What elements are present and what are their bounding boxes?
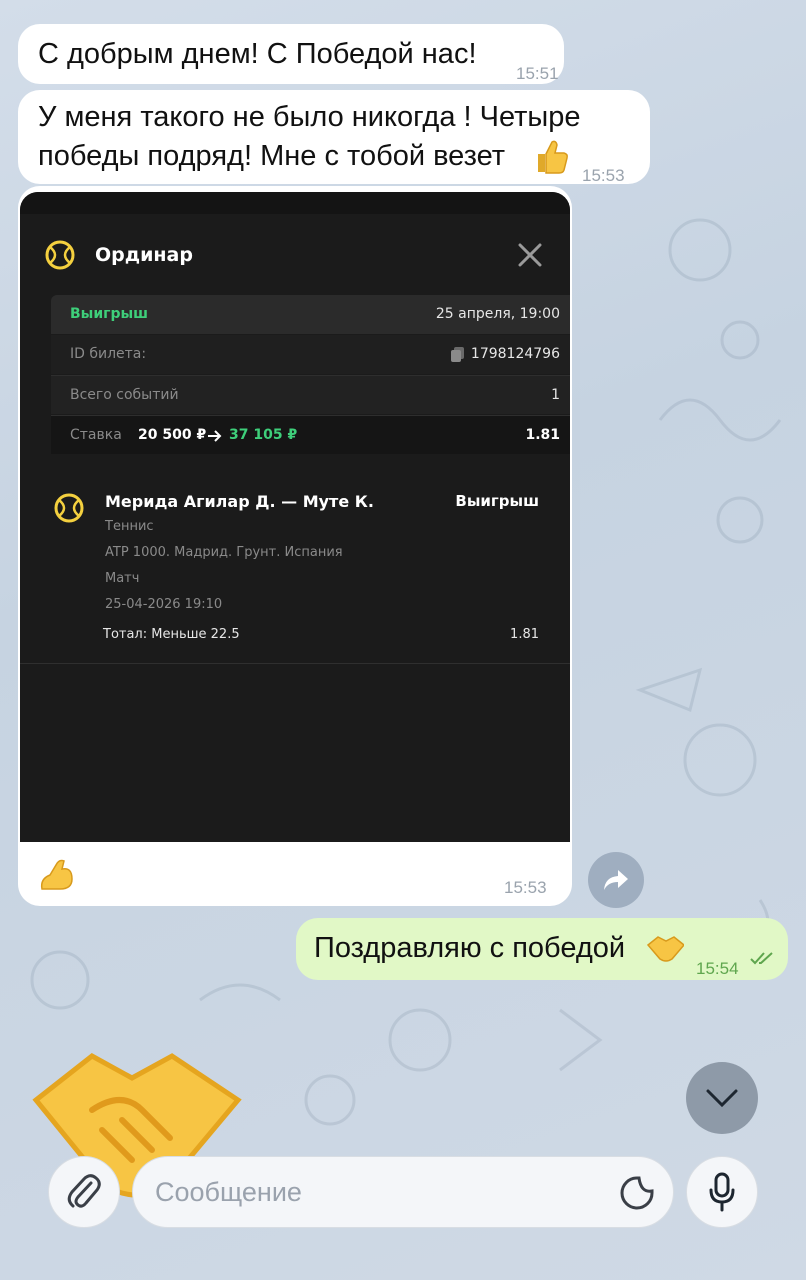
- message-text: С добрым днем! С Победой нас!: [38, 38, 477, 70]
- double-check-icon: [750, 952, 773, 965]
- outgoing-message[interactable]: Поздравляю с победой 15:54: [296, 918, 788, 980]
- ticket-id-row: ID билета: 1798124796: [51, 335, 570, 374]
- message-text-line1: У меня такого не было никогда ! Четыре: [38, 101, 581, 133]
- ticket-title: Ординар: [95, 244, 193, 266]
- event-market: Тотал: Меньше 22.5: [103, 627, 240, 642]
- arrow-right-icon: [208, 430, 222, 442]
- events-row: Всего событий 1: [51, 375, 570, 414]
- attach-button[interactable]: [48, 1156, 120, 1228]
- forward-button[interactable]: [588, 852, 644, 908]
- ticket-id-value: 1798124796: [470, 346, 560, 362]
- stake-value: 20 500 ₽: [138, 427, 207, 443]
- tennis-ball-icon: [45, 240, 75, 270]
- event-odds: 1.81: [510, 627, 539, 642]
- status-row: Выигрыш 25 апреля, 19:00: [51, 295, 570, 334]
- incoming-message[interactable]: У меня такого не было никогда ! Четыре п…: [18, 90, 650, 185]
- message-time: 15:54: [696, 959, 739, 978]
- voice-record-button[interactable]: [686, 1156, 758, 1228]
- event-tournament: ATP 1000. Мадрид. Грунт. Испания: [105, 545, 343, 560]
- thumbs-up-emoji: [538, 140, 568, 174]
- message-text-line2: победы подряд! Мне с тобой везет: [38, 140, 506, 172]
- message-input[interactable]: Сообщение: [132, 1156, 674, 1228]
- ticket-odds: 1.81: [525, 427, 560, 443]
- flexed-biceps-emoji: [40, 859, 73, 890]
- chevron-down-icon: [706, 1089, 738, 1108]
- close-icon[interactable]: [516, 241, 544, 269]
- events-value: 1: [551, 387, 560, 403]
- paperclip-icon: [67, 1174, 101, 1208]
- message-time: 15:53: [582, 166, 625, 185]
- bet-ticket-screenshot[interactable]: Ординар Выигрыш 25 апреля, 19:00 ID биле…: [20, 192, 570, 842]
- event-name: Мерида Агилар Д. — Муте К.: [105, 492, 374, 511]
- stake-row: Ставка 20 500 ₽ 37 105 ₽ 1.81: [51, 415, 570, 454]
- event-result: Выигрыш: [455, 492, 539, 510]
- incoming-message[interactable]: С добрым днем! С Победой нас! 15:51: [18, 24, 564, 84]
- event-block[interactable]: Мерида Агилар Д. — Муте К. Выигрыш Тенни…: [20, 462, 570, 664]
- message-text: Поздравляю с победой: [314, 932, 626, 964]
- event-sport: Теннис: [105, 519, 154, 534]
- message-input-placeholder: Сообщение: [155, 1177, 302, 1207]
- status-label: Выигрыш: [70, 306, 149, 322]
- microphone-icon: [709, 1172, 735, 1212]
- event-type: Матч: [105, 571, 140, 586]
- event-datetime: 25-04-2026 19:10: [105, 597, 223, 612]
- message-time: 15:51: [516, 64, 559, 83]
- scroll-down-button[interactable]: [686, 1062, 758, 1134]
- ticket-id-label: ID билета:: [70, 346, 147, 362]
- events-label: Всего событий: [70, 387, 179, 403]
- card-top-strip: [20, 192, 570, 214]
- payout-value: 37 105 ₽: [229, 427, 298, 443]
- sticker-icon[interactable]: [619, 1175, 655, 1211]
- photo-message-time: 15:53: [504, 878, 547, 897]
- ticket-date: 25 апреля, 19:00: [435, 306, 560, 322]
- stake-label: Ставка: [70, 427, 122, 443]
- copy-icon[interactable]: [451, 347, 465, 363]
- handshake-emoji: [646, 936, 684, 962]
- tennis-ball-icon: [54, 493, 84, 523]
- forward-icon: [604, 870, 628, 890]
